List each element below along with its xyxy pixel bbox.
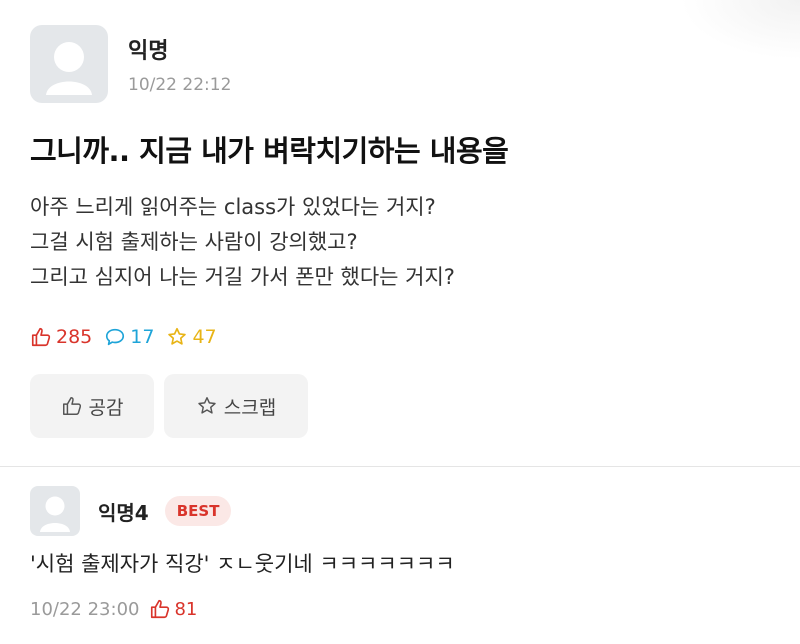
like-button[interactable]: 공감 bbox=[30, 374, 154, 438]
default-user-icon bbox=[46, 42, 92, 95]
post-body-line: 그걸 시험 출제하는 사람이 강의했고? bbox=[30, 230, 358, 254]
post-header: 익명 10/22 22:12 bbox=[30, 24, 231, 104]
comment-like-button[interactable]: 81 bbox=[149, 598, 197, 620]
post-title: 그니까.. 지금 내가 벼락치기하는 내용을 bbox=[30, 134, 509, 168]
star-icon bbox=[198, 397, 216, 414]
best-badge: BEST bbox=[164, 496, 232, 526]
comment-meta: 10/22 23:00 81 bbox=[30, 598, 197, 620]
comment-count: 17 bbox=[130, 326, 155, 348]
like-button-label: 공감 bbox=[88, 396, 124, 419]
commenter-avatar[interactable] bbox=[30, 486, 80, 536]
comment-text: '시험 출제자가 직강' ㅈㄴ웃기네 ㅋㅋㅋㅋㅋㅋㅋ bbox=[30, 552, 455, 576]
post-stats: 285 17 47 bbox=[30, 326, 229, 348]
like-count-stat: 285 bbox=[30, 326, 92, 348]
scrap-count: 47 bbox=[192, 326, 217, 348]
comment-header: 익명4 BEST bbox=[30, 486, 232, 536]
corner-shade bbox=[680, 0, 800, 60]
scrap-count-stat: 47 bbox=[166, 326, 217, 348]
scrap-button[interactable]: 스크랩 bbox=[164, 374, 308, 438]
default-user-icon bbox=[40, 496, 70, 532]
scrap-button-label: 스크랩 bbox=[223, 396, 277, 419]
thumbs-up-icon bbox=[31, 327, 51, 347]
post-body: 아주 느리게 읽어주는 class가 있었다는 거지? 그걸 시험 출제하는 사… bbox=[30, 190, 455, 295]
comment-like-count: 81 bbox=[174, 598, 198, 620]
section-divider bbox=[0, 466, 800, 467]
comment-timestamp: 10/22 23:00 bbox=[30, 598, 140, 620]
comment-count-stat: 17 bbox=[104, 326, 154, 348]
star-icon bbox=[168, 327, 187, 345]
like-count: 285 bbox=[56, 326, 93, 348]
post-author-name: 익명 bbox=[128, 39, 169, 64]
post-actions: 공감 스크랩 bbox=[30, 374, 318, 438]
post-body-line: 그리고 심지어 나는 거길 가서 폰만 했다는 거지? bbox=[30, 265, 455, 289]
post-body-line: 아주 느리게 읽어주는 class가 있었다는 거지? bbox=[30, 195, 436, 219]
comment-author-name: 익명4 bbox=[98, 500, 149, 525]
thumbs-up-icon bbox=[62, 397, 81, 415]
thumbs-up-icon bbox=[151, 599, 170, 619]
author-avatar[interactable] bbox=[30, 25, 108, 103]
post-timestamp: 10/22 22:12 bbox=[128, 75, 232, 95]
speech-bubble-icon bbox=[106, 328, 125, 346]
